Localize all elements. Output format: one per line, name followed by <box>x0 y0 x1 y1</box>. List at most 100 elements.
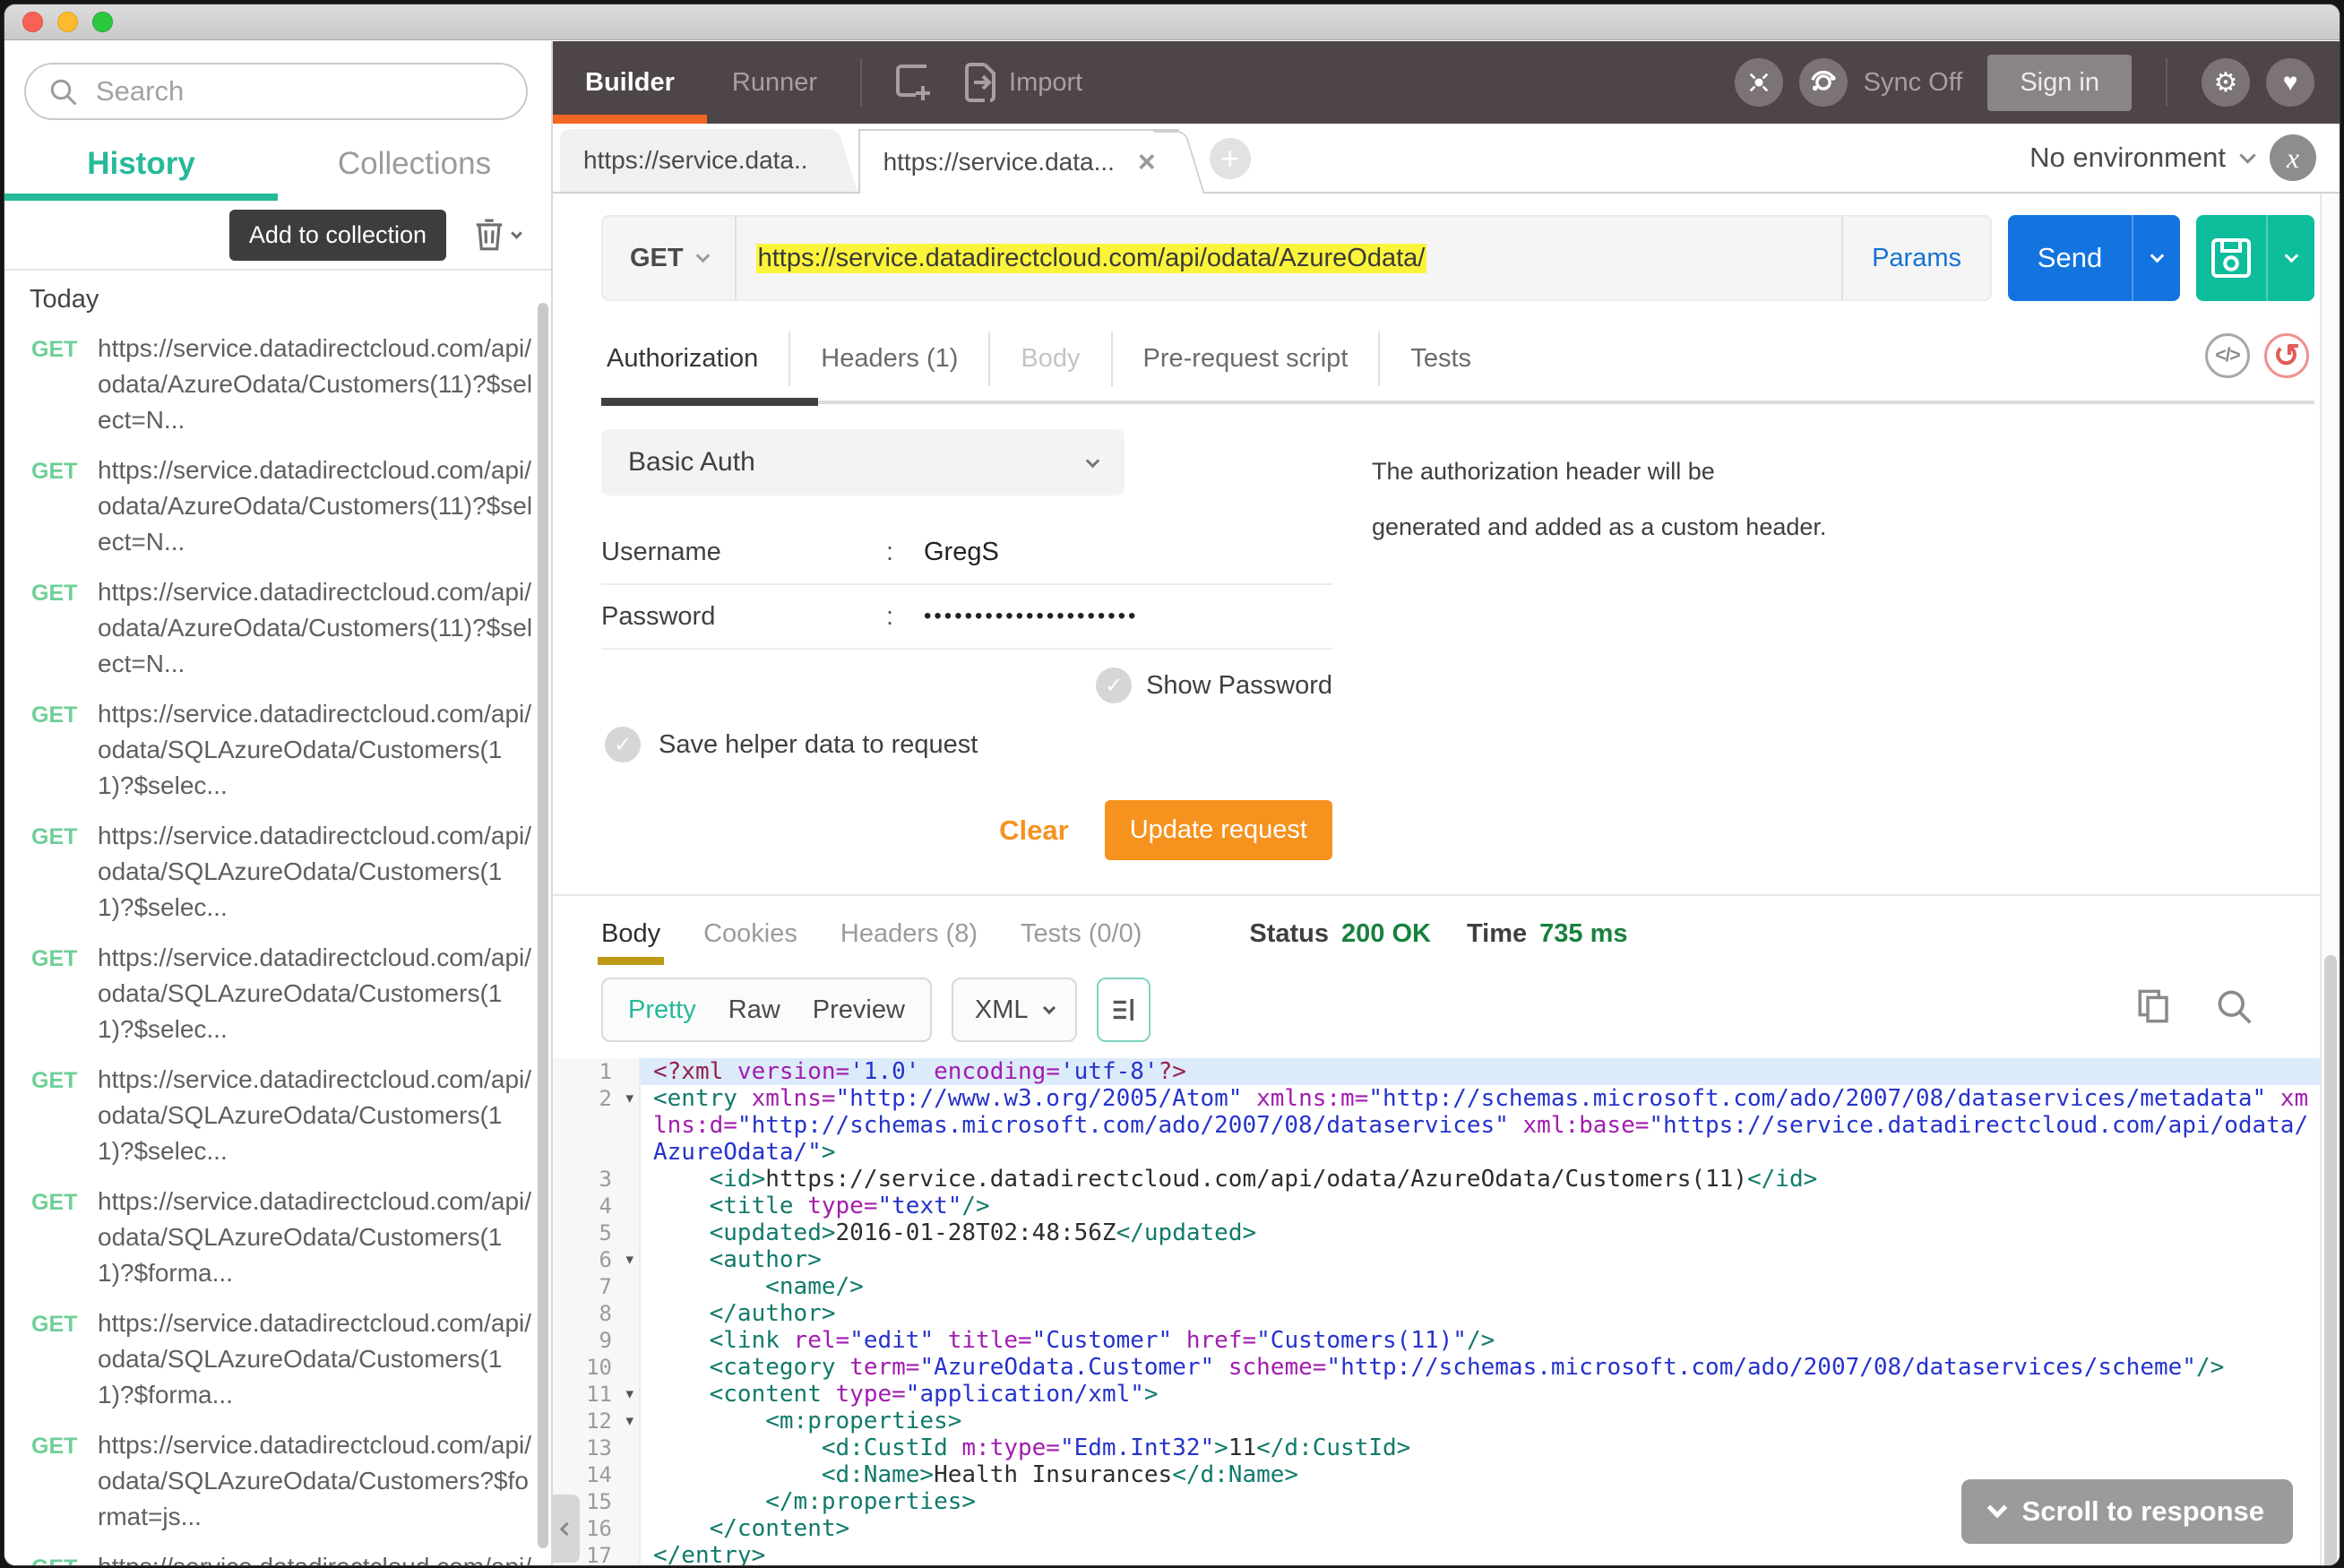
history-item[interactable]: GEThttps://service.datadirectcloud.com/a… <box>4 444 551 565</box>
minimize-window-icon[interactable] <box>57 12 78 32</box>
reset-request-button[interactable]: ↺ <box>2264 333 2309 378</box>
auth-type-dropdown[interactable]: Basic Auth <box>601 429 1125 495</box>
request-tab-1[interactable]: https://service.data.. <box>560 129 832 192</box>
status-label: Status <box>1249 919 1329 949</box>
new-tab-button[interactable] <box>891 59 937 106</box>
request-editor-tab-headers-1[interactable]: Headers (1) <box>789 332 988 386</box>
fold-arrow-icon[interactable]: ▾ <box>625 1246 633 1273</box>
trash-icon <box>473 218 505 252</box>
favorites-button[interactable]: ♥ <box>2266 58 2314 107</box>
main-scrollbar-thumb[interactable] <box>2324 955 2337 1565</box>
fold-arrow-icon[interactable]: ▾ <box>625 1085 633 1112</box>
environment-quicklook-button[interactable]: x <box>2270 134 2316 181</box>
code-text: <id>https://service.datadirectcloud.com/… <box>641 1166 2340 1193</box>
request-editor-tab-tests[interactable]: Tests <box>1378 332 1502 386</box>
response-tab-tests-0-0[interactable]: Tests (0/0) <box>1021 919 1142 965</box>
sync-button[interactable] <box>1799 58 1848 107</box>
reset-icon: ↺ <box>2273 337 2300 375</box>
close-window-icon[interactable] <box>22 12 43 32</box>
history-url: https://service.datadirectcloud.com/api/… <box>98 1427 533 1535</box>
line-number: 2▾ <box>553 1085 641 1166</box>
save-helper-checkbox[interactable]: ✓ <box>605 727 641 762</box>
username-field[interactable]: GregS <box>924 538 999 567</box>
sync-icon <box>1808 67 1839 98</box>
response-tab-headers-8[interactable]: Headers (8) <box>840 919 978 965</box>
sign-in-button[interactable]: Sign in <box>1987 55 2132 111</box>
password-field[interactable]: ••••••••••••••••••••• <box>924 604 1138 629</box>
copy-button[interactable] <box>2135 986 2173 1026</box>
search-input[interactable] <box>24 63 528 120</box>
sidebar-tabs: History Collections <box>4 127 551 201</box>
collapse-sidebar-handle[interactable] <box>553 1495 580 1563</box>
format-dropdown[interactable]: XML <box>952 978 1077 1042</box>
code-text: </author> <box>641 1300 2340 1327</box>
send-options-caret[interactable] <box>2132 215 2180 301</box>
history-item[interactable]: GEThttps://service.datadirectcloud.com/a… <box>4 1297 551 1418</box>
code-line: 13 <d:CustId m:type="Edm.Int32">11</d:Cu… <box>553 1434 2340 1461</box>
history-item[interactable]: GEThttps://service.datadirectcloud.com/a… <box>4 1418 551 1540</box>
history-item[interactable]: GEThttps://service.datadirectcloud.com/a… <box>4 565 551 687</box>
history-url: https://service.datadirectcloud.com/api/… <box>98 818 533 926</box>
close-icon[interactable]: × <box>1138 145 1156 180</box>
method-badge: GET <box>31 1427 98 1535</box>
view-mode-pretty[interactable]: Pretty <box>628 995 696 1025</box>
maximize-window-icon[interactable] <box>92 12 113 32</box>
history-url: https://service.datadirectcloud.com/api/… <box>98 1305 533 1413</box>
view-mode-preview[interactable]: Preview <box>813 995 905 1025</box>
history-item[interactable]: GEThttps://service.datadirectcloud.com/a… <box>4 322 551 444</box>
tab-runner[interactable]: Runner <box>707 41 842 124</box>
url-input[interactable]: https://service.datadirectcloud.com/api/… <box>737 244 1841 273</box>
update-request-button[interactable]: Update request <box>1105 800 1332 860</box>
search-response-button[interactable] <box>2214 986 2254 1026</box>
view-mode-raw[interactable]: Raw <box>728 995 780 1025</box>
chevron-left-icon <box>559 1521 573 1536</box>
fold-arrow-icon[interactable]: ▾ <box>625 1408 633 1434</box>
add-tab-button[interactable]: + <box>1210 138 1251 179</box>
wrap-lines-button[interactable] <box>1097 978 1150 1042</box>
environment-selector[interactable]: No environment <box>2029 142 2226 174</box>
response-tab-body[interactable]: Body <box>601 919 660 965</box>
sidebar-scrollbar[interactable] <box>538 303 548 1548</box>
scroll-to-response-button[interactable]: Scroll to response <box>1961 1479 2293 1544</box>
request-tab-2-active[interactable]: https://service.data... × <box>858 129 1179 194</box>
clear-button[interactable]: Clear <box>999 814 1069 847</box>
request-editor-tab-body[interactable]: Body <box>988 332 1110 386</box>
tab-history[interactable]: History <box>4 127 278 201</box>
history-item[interactable]: GEThttps://service.datadirectcloud.com/a… <box>4 1053 551 1175</box>
add-to-collection-button[interactable]: Add to collection <box>229 210 446 261</box>
top-header: Builder Runner <box>553 41 2340 124</box>
new-tab-icon <box>891 59 937 106</box>
method-dropdown[interactable]: GET <box>603 244 735 273</box>
history-item[interactable]: GEThttps://service.datadirectcloud.com/a… <box>4 931 551 1053</box>
response-tab-cookies[interactable]: Cookies <box>703 919 797 965</box>
tab-builder[interactable]: Builder <box>553 41 707 124</box>
save-button[interactable] <box>2196 215 2314 301</box>
check-icon: ✓ <box>1105 673 1123 699</box>
request-editor-tab-authorization[interactable]: Authorization <box>601 332 789 386</box>
history-item[interactable]: GEThttps://service.datadirectcloud.com/a… <box>4 687 551 809</box>
history-item[interactable]: GEThttps://service.datadirectcloud.com/a… <box>4 809 551 931</box>
response-view-controls: Pretty Raw Preview XML <box>553 965 2340 1051</box>
save-options-caret[interactable] <box>2266 215 2314 301</box>
history-item[interactable]: GEThttps://service.datadirectcloud.com/a… <box>4 1540 551 1565</box>
colon: : <box>886 538 924 567</box>
params-button[interactable]: Params <box>1843 244 1990 273</box>
history-url: https://service.datadirectcloud.com/api/… <box>98 696 533 804</box>
send-button[interactable]: Send <box>2008 215 2180 301</box>
history-item[interactable]: GEThttps://service.datadirectcloud.com/a… <box>4 1175 551 1297</box>
code-line: 17</entry> <box>553 1542 2340 1565</box>
interceptor-button[interactable] <box>1735 58 1783 107</box>
generate-code-button[interactable]: </> <box>2205 333 2250 378</box>
tab-collections[interactable]: Collections <box>278 127 551 201</box>
send-label: Send <box>2008 215 2132 301</box>
clear-history-button[interactable] <box>473 218 521 252</box>
response-meta-row: Body Cookies Headers (8) Tests (0/0) Status… <box>553 896 2340 965</box>
app-window: History Collections Add to collection <box>4 4 2340 1565</box>
import-button[interactable]: Import <box>959 59 1082 106</box>
main-panel: Builder Runner <box>553 41 2340 1565</box>
search-icon <box>47 76 80 108</box>
settings-button[interactable]: ⚙ <box>2202 58 2250 107</box>
show-password-checkbox[interactable]: ✓ <box>1096 668 1132 703</box>
request-editor-tab-pre-request-script[interactable]: Pre-request script <box>1111 332 1379 386</box>
fold-arrow-icon[interactable]: ▾ <box>625 1381 633 1408</box>
